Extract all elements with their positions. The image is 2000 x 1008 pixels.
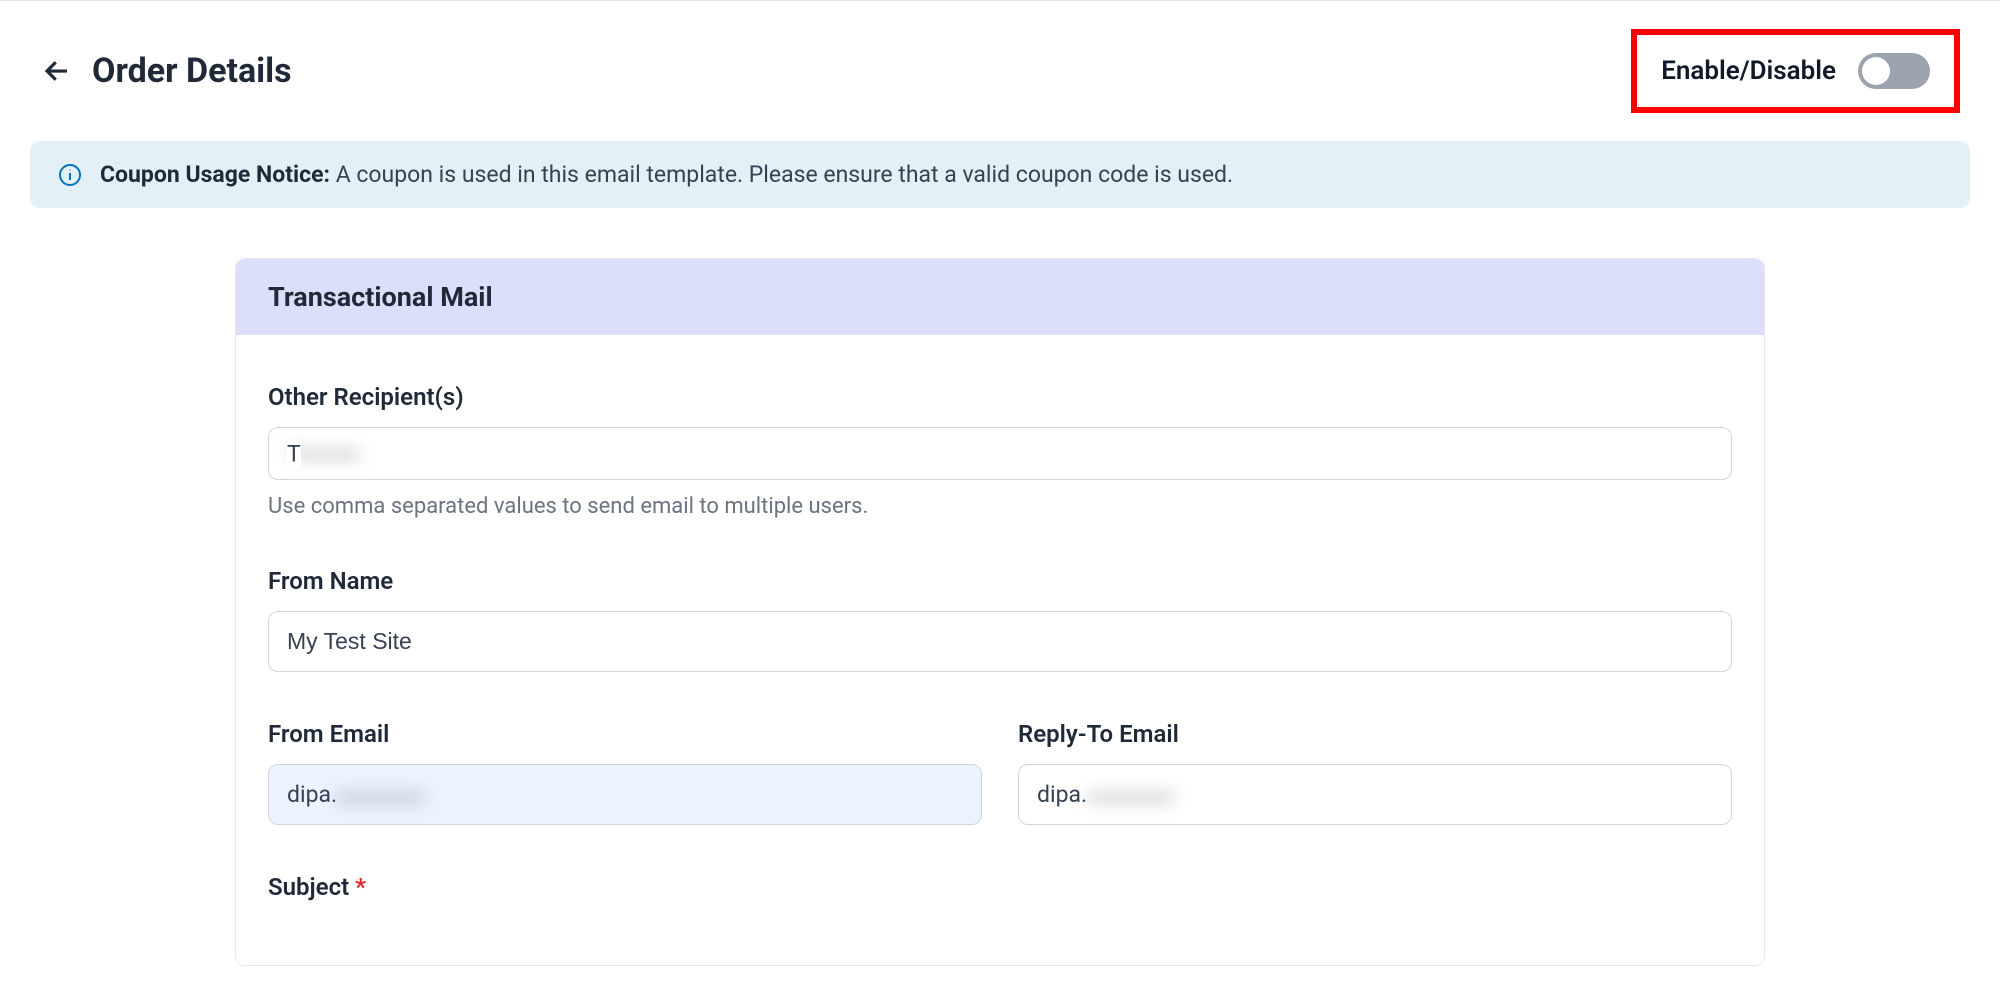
card-body: Other Recipient(s) Txxxxxxxx T Use comma… (236, 335, 1764, 965)
from-email-field: From Email dipa.xxxxxxxxxxx (268, 720, 982, 825)
blur-mask: xxxxxxxxxxx (1087, 787, 1174, 806)
from-name-input[interactable] (268, 611, 1732, 672)
visible-prefix: T (287, 440, 301, 467)
blur-mask: xxxxxxxxxxx (337, 787, 424, 806)
other-recipients-label: Other Recipient(s) (268, 383, 1732, 411)
subject-label-text: Subject (268, 873, 349, 901)
from-email-input[interactable]: dipa.xxxxxxxxxxx (268, 764, 982, 825)
reply-to-email-input[interactable]: dipa.xxxxxxxxxxx (1018, 764, 1732, 825)
reply-to-email-field: Reply-To Email dipa.xxxxxxxxxxx (1018, 720, 1732, 825)
from-name-label: From Name (268, 567, 1732, 595)
from-email-label: From Email (268, 720, 982, 748)
enable-disable-label: Enable/Disable (1661, 56, 1836, 86)
page-title: Order Details (92, 51, 292, 91)
enable-disable-toggle-group[interactable]: Enable/Disable (1631, 29, 1960, 113)
other-recipients-field: Other Recipient(s) Txxxxxxxx T Use comma… (268, 383, 1732, 519)
info-icon (58, 163, 82, 187)
notice-title: Coupon Usage Notice: (100, 161, 330, 188)
reply-to-email-label: Reply-To Email (1018, 720, 1732, 748)
coupon-notice: Coupon Usage Notice: A coupon is used in… (30, 141, 1970, 208)
from-email-prefix-inline: dipa. (287, 781, 337, 808)
enable-disable-toggle[interactable] (1858, 53, 1930, 89)
card-title: Transactional Mail (236, 259, 1764, 335)
toggle-knob (1862, 57, 1890, 85)
reply-to-email-prefix-inline: dipa. (1037, 781, 1087, 808)
top-bar: Order Details Enable/Disable (0, 1, 2000, 141)
notice-text: Coupon Usage Notice: A coupon is used in… (100, 161, 1233, 188)
transactional-mail-card: Transactional Mail Other Recipient(s) Tx… (235, 258, 1765, 966)
notice-body: A coupon is used in this email template.… (336, 161, 1233, 188)
required-star-icon: * (355, 873, 366, 901)
back-arrow-icon[interactable] (40, 54, 74, 88)
subject-field: Subject * (268, 873, 1732, 901)
from-name-field: From Name (268, 567, 1732, 672)
other-recipients-input[interactable]: Txxxxxxxx T (268, 427, 1732, 480)
email-row: From Email dipa.xxxxxxxxxxx Reply-To Ema… (268, 720, 1732, 873)
other-recipients-help: Use comma separated values to send email… (268, 494, 1732, 519)
title-group: Order Details (40, 51, 292, 91)
subject-label: Subject * (268, 873, 1732, 901)
